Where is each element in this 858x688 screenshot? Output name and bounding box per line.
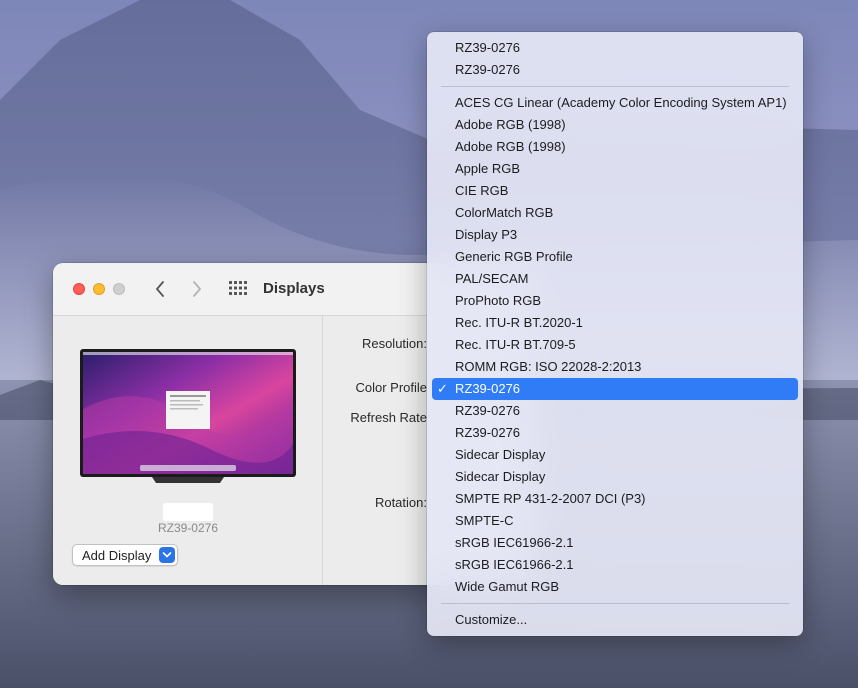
menu-item-label: ROMM RGB: ISO 22028-2:2013 xyxy=(455,359,642,374)
menu-item[interactable]: ProPhoto RGB xyxy=(432,290,798,312)
minimize-window-button[interactable] xyxy=(93,283,105,295)
rotation-label: Rotation: xyxy=(374,495,427,510)
menu-item-label: Apple RGB xyxy=(455,161,521,176)
menu-item[interactable]: ColorMatch RGB xyxy=(432,202,798,224)
menu-item-label: PAL/SECAM xyxy=(455,271,529,286)
menu-item[interactable]: Wide Gamut RGB xyxy=(432,576,798,598)
menu-item-label: RZ39-0276 xyxy=(455,403,521,418)
menu-item-label: Wide Gamut RGB xyxy=(455,579,560,594)
menu-item-label: SMPTE-C xyxy=(455,513,514,528)
menu-item[interactable]: Rec. ITU-R BT.2020-1 xyxy=(432,312,798,334)
display-thumbnail[interactable] xyxy=(80,349,296,483)
back-button[interactable] xyxy=(148,277,172,301)
menu-item-label: Rec. ITU-R BT.2020-1 xyxy=(455,315,583,330)
checkmark-icon: ✓ xyxy=(437,381,448,396)
menu-item[interactable]: SMPTE-C xyxy=(432,510,798,532)
menu-item-label: Sidecar Display xyxy=(455,469,546,484)
forward-button[interactable] xyxy=(185,277,209,301)
add-display-button[interactable]: Add Display xyxy=(72,544,178,566)
menu-item-label: RZ39-0276 xyxy=(455,425,521,440)
menu-item[interactable]: Sidecar Display xyxy=(432,466,798,488)
menu-item[interactable]: ROMM RGB: ISO 22028-2:2013 xyxy=(432,356,798,378)
menu-item[interactable]: Adobe RGB (1998) xyxy=(432,136,798,158)
menu-item-label: ColorMatch RGB xyxy=(455,205,554,220)
menu-item[interactable]: SMPTE RP 431-2-2007 DCI (P3) xyxy=(432,488,798,510)
menu-item-label: Generic RGB Profile xyxy=(455,249,573,264)
menu-item[interactable]: Generic RGB Profile xyxy=(432,246,798,268)
menu-item-display-profile[interactable]: RZ39-0276 xyxy=(432,37,798,59)
menu-item-label: Sidecar Display xyxy=(455,447,546,462)
menu-item-label: sRGB IEC61966-2.1 xyxy=(455,557,574,572)
menu-item-label: Adobe RGB (1998) xyxy=(455,139,566,154)
zoom-window-button[interactable] xyxy=(113,283,125,295)
menu-item-display-profile[interactable]: RZ39-0276 xyxy=(432,59,798,81)
menu-item-label: RZ39-0276 xyxy=(455,62,521,77)
show-all-grid-icon[interactable] xyxy=(229,281,247,295)
window-title: Displays xyxy=(263,280,325,297)
color-profile-menu: RZ39-0276 RZ39-0276 ACES CG Linear (Academ… xyxy=(427,32,803,636)
menu-separator xyxy=(441,603,789,604)
menu-item-label: ACES CG Linear (Academy Color Encoding S… xyxy=(455,95,787,110)
menu-item[interactable]: CIE RGB xyxy=(432,180,798,202)
chevron-down-icon xyxy=(159,547,175,563)
chevron-right-icon xyxy=(193,281,202,297)
menu-item[interactable]: Sidecar Display xyxy=(432,444,798,466)
menu-item[interactable]: Apple RGB xyxy=(432,158,798,180)
close-window-button[interactable] xyxy=(73,283,85,295)
menu-item[interactable]: Display P3 xyxy=(432,224,798,246)
resolution-label: Resolution: xyxy=(361,336,427,351)
menu-item[interactable]: RZ39-0276 xyxy=(432,400,798,422)
menu-item[interactable]: Rec. ITU-R BT.709-5 xyxy=(432,334,798,356)
menu-item-label: RZ39-0276 xyxy=(455,40,521,55)
menu-item-label: RZ39-0276 xyxy=(455,381,521,396)
menu-item[interactable]: ACES CG Linear (Academy Color Encoding S… xyxy=(432,92,798,114)
menu-item-label: Rec. ITU-R BT.709-5 xyxy=(455,337,576,352)
menu-item[interactable]: PAL/SECAM xyxy=(432,268,798,290)
menu-item-customize[interactable]: Customize... xyxy=(432,609,798,631)
menu-item-label: ProPhoto RGB xyxy=(455,293,541,308)
display-arrangement-pane: RZ39-0276 Add Display xyxy=(53,316,323,585)
menu-item-selected[interactable]: ✓ RZ39-0276 xyxy=(432,378,798,400)
menu-item-label: sRGB IEC61966-2.1 xyxy=(455,535,574,550)
chevron-left-icon xyxy=(155,281,164,297)
menu-item-label: Customize... xyxy=(455,612,528,627)
color-profile-label: Color Profile xyxy=(355,380,427,395)
menu-item[interactable]: sRGB IEC61966-2.1 xyxy=(432,554,798,576)
menu-item[interactable]: Adobe RGB (1998) xyxy=(432,114,798,136)
menu-item-label: Display P3 xyxy=(455,227,518,242)
display-name-highlight xyxy=(163,503,213,521)
menu-item-label: Adobe RGB (1998) xyxy=(455,117,566,132)
menu-item[interactable]: RZ39-0276 xyxy=(432,422,798,444)
menu-item-label: CIE RGB xyxy=(455,183,509,198)
display-name-label: RZ39-0276 xyxy=(157,521,219,535)
menu-item[interactable]: sRGB IEC61966-2.1 xyxy=(432,532,798,554)
menu-separator xyxy=(441,86,789,87)
refresh-rate-label: Refresh Rate xyxy=(350,410,427,425)
add-display-label: Add Display xyxy=(82,548,152,563)
menu-item-label: SMPTE RP 431-2-2007 DCI (P3) xyxy=(455,491,646,506)
